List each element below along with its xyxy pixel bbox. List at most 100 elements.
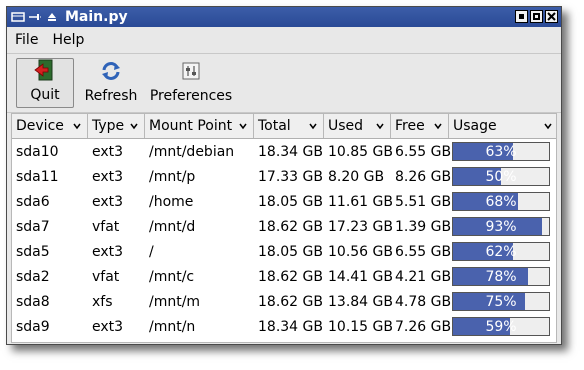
exit-door-icon: [34, 59, 53, 81]
mount-point-cell: /mnt/m: [149, 293, 201, 310]
usage-percent: 63%: [485, 143, 517, 160]
total-cell: 17.33 GB: [258, 168, 323, 185]
usage-percent: 78%: [485, 268, 517, 285]
column-header-used[interactable]: Used: [324, 114, 391, 138]
close-icon[interactable]: [545, 10, 558, 23]
device-cell: sda7: [16, 218, 50, 235]
preferences-label: Preferences: [149, 88, 233, 104]
chevron-down-icon: [239, 123, 247, 130]
usage-bar: 62%: [452, 242, 550, 261]
usage-percent: 93%: [485, 218, 517, 235]
total-cell: 18.62 GB: [258, 218, 323, 235]
type-cell: ext3: [92, 318, 124, 335]
total-cell: 18.05 GB: [258, 193, 323, 210]
window-menu-icon[interactable]: [10, 10, 25, 24]
mount-point-cell: /home: [149, 193, 194, 210]
type-cell: ext3: [92, 143, 124, 160]
used-cell: 11.61 GB: [328, 193, 393, 210]
type-cell: xfs: [92, 293, 113, 310]
menu-file[interactable]: File: [9, 32, 44, 48]
column-header-total[interactable]: Total: [254, 114, 324, 138]
chevron-down-icon: [434, 123, 442, 130]
usage-bar: 59%: [452, 317, 550, 336]
mount-point-cell: /mnt/n: [149, 318, 196, 335]
usage-bar: 75%: [452, 292, 550, 311]
main-window: Main.py File Help Quit Refresh Preferenc…: [6, 6, 562, 345]
device-cell: sda8: [16, 293, 50, 310]
usage-bar: 93%: [452, 217, 550, 236]
column-header-type[interactable]: Type: [88, 114, 145, 138]
usage-bar: 50%: [452, 167, 550, 186]
pin-icon[interactable]: [27, 10, 42, 24]
mount-point-cell: /mnt/p: [149, 168, 196, 185]
type-cell: vfat: [92, 268, 120, 285]
free-cell: 7.26 GB: [395, 318, 452, 335]
device-cell: sda6: [16, 193, 50, 210]
window-title: Main.py: [65, 9, 128, 25]
table-row[interactable]: sda5 ext3 / 18.05 GB 10.56 GB 6.55 GB 62…: [12, 239, 556, 264]
used-cell: 13.84 GB: [328, 293, 393, 310]
column-header-mount-point[interactable]: Mount Point: [145, 114, 254, 138]
usage-percent: 50%: [485, 168, 517, 185]
shade-icon[interactable]: [44, 10, 59, 24]
usage-bar: 68%: [452, 192, 550, 211]
mount-point-cell: /mnt/c: [149, 268, 195, 285]
free-cell: 4.21 GB: [395, 268, 452, 285]
table-row[interactable]: sda7 vfat /mnt/d 18.62 GB 17.23 GB 1.39 …: [12, 214, 556, 239]
minimize-icon[interactable]: [515, 10, 528, 23]
type-cell: vfat: [92, 218, 120, 235]
menu-bar: File Help: [7, 27, 561, 54]
quit-button[interactable]: Quit: [16, 58, 74, 108]
used-cell: 17.23 GB: [328, 218, 393, 235]
usage-bar: 63%: [452, 142, 550, 161]
menu-help[interactable]: Help: [46, 32, 90, 48]
toolbar: Quit Refresh Preferences: [7, 54, 561, 113]
total-cell: 18.62 GB: [258, 268, 323, 285]
chevron-down-icon: [376, 123, 384, 130]
device-cell: sda9: [16, 318, 50, 335]
device-cell: sda10: [16, 143, 59, 160]
used-cell: 10.15 GB: [328, 318, 393, 335]
total-cell: 18.34 GB: [258, 318, 323, 335]
preferences-button[interactable]: Preferences: [147, 58, 235, 108]
column-header-free[interactable]: Free: [391, 114, 449, 138]
usage-percent: 75%: [485, 293, 517, 310]
free-cell: 1.39 GB: [395, 218, 452, 235]
refresh-button[interactable]: Refresh: [83, 58, 139, 108]
column-header-device[interactable]: Device: [12, 114, 88, 138]
refresh-icon: [102, 62, 120, 80]
mount-point-cell: /mnt/debian: [149, 143, 235, 160]
total-cell: 18.62 GB: [258, 293, 323, 310]
free-cell: 4.78 GB: [395, 293, 452, 310]
table-row[interactable]: sda10 ext3 /mnt/debian 18.34 GB 10.85 GB…: [12, 139, 556, 164]
free-cell: 8.26 GB: [395, 168, 452, 185]
chevron-down-icon: [73, 123, 81, 130]
table-row[interactable]: sda8 xfs /mnt/m 18.62 GB 13.84 GB 4.78 G…: [12, 289, 556, 314]
total-cell: 18.05 GB: [258, 243, 323, 260]
maximize-icon[interactable]: [530, 10, 543, 23]
device-cell: sda5: [16, 243, 50, 260]
type-cell: ext3: [92, 243, 124, 260]
type-cell: ext3: [92, 168, 124, 185]
used-cell: 10.85 GB: [328, 143, 393, 160]
chevron-down-icon: [544, 123, 552, 130]
title-bar[interactable]: Main.py: [7, 7, 561, 27]
table-row[interactable]: sda2 vfat /mnt/c 18.62 GB 14.41 GB 4.21 …: [12, 264, 556, 289]
chevron-down-icon: [130, 123, 138, 130]
column-header-usage[interactable]: Usage: [449, 114, 556, 138]
partition-table: Device Type Mount Point Total Used Free: [11, 113, 557, 343]
device-cell: sda2: [16, 268, 50, 285]
usage-percent: 59%: [485, 318, 517, 335]
free-cell: 6.55 GB: [395, 143, 452, 160]
table-row[interactable]: sda6 ext3 /home 18.05 GB 11.61 GB 5.51 G…: [12, 189, 556, 214]
refresh-label: Refresh: [84, 88, 138, 104]
table-row[interactable]: sda9 ext3 /mnt/n 18.34 GB 10.15 GB 7.26 …: [12, 314, 556, 339]
table-header: Device Type Mount Point Total Used Free: [12, 114, 556, 139]
total-cell: 18.34 GB: [258, 143, 323, 160]
used-cell: 10.56 GB: [328, 243, 393, 260]
free-cell: 6.55 GB: [395, 243, 452, 260]
device-cell: sda11: [16, 168, 59, 185]
free-cell: 5.51 GB: [395, 193, 452, 210]
used-cell: 8.20 GB: [328, 168, 385, 185]
table-row[interactable]: sda11 ext3 /mnt/p 17.33 GB 8.20 GB 8.26 …: [12, 164, 556, 189]
